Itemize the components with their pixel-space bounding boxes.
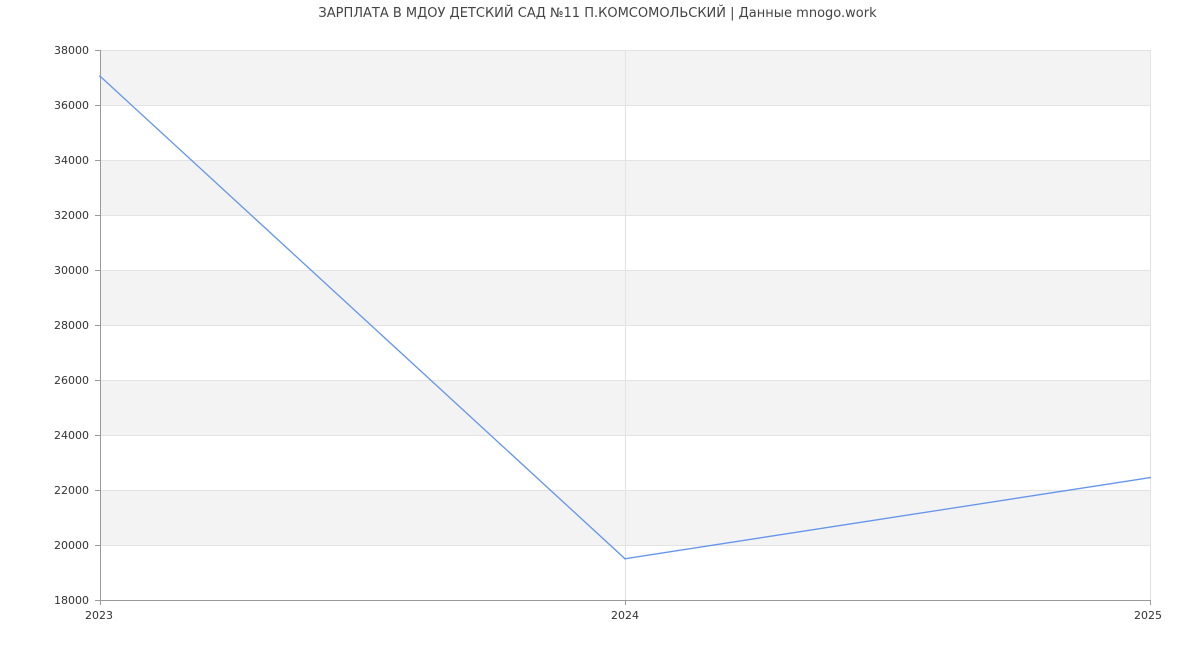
- y-tick-label: 38000: [54, 44, 89, 57]
- y-tick-label: 30000: [54, 264, 89, 277]
- y-tick-label: 18000: [54, 594, 89, 607]
- y-tick-label: 20000: [54, 539, 89, 552]
- data-point: [1149, 476, 1151, 479]
- y-tick-label: 24000: [54, 429, 89, 442]
- y-tick-label: 22000: [54, 484, 89, 497]
- line-chart: 18000 20000 22000 24000 26000 28000 30000 32000…: [54, 44, 1162, 622]
- x-tick-label: 2024: [611, 609, 639, 622]
- y-tick-label: 32000: [54, 209, 89, 222]
- y-tick-label: 36000: [54, 99, 89, 112]
- data-point: [624, 557, 626, 560]
- y-tick-label: 34000: [54, 154, 89, 167]
- y-tick-label: 28000: [54, 319, 89, 332]
- data-point: [99, 75, 101, 78]
- y-tick-label: 26000: [54, 374, 89, 387]
- x-tick-label: 2025: [1134, 609, 1162, 622]
- x-tick-label: 2023: [85, 609, 113, 622]
- chart-container: ЗАРПЛАТА В МДОУ ДЕТСКИЙ САД №11 П.КОМСОМ…: [0, 0, 1200, 650]
